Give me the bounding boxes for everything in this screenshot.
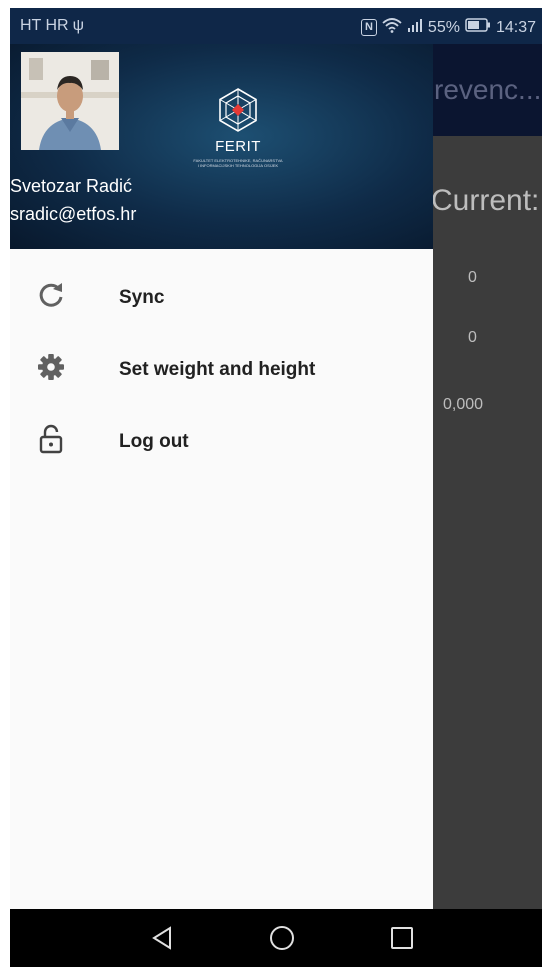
screen: revenc... Current: 0 0 0,000 HT HR ψ N 5…	[0, 0, 542, 967]
menu-item-set-weight-height[interactable]: Set weight and height	[10, 334, 433, 406]
gear-icon	[36, 352, 66, 382]
user-name: Svetozar Radić	[10, 176, 133, 196]
menu-item-sync[interactable]: Sync	[10, 262, 433, 334]
drawer-header: FERIT FAKULTET ELEKTROTEHNIKE, RAČUNARST…	[10, 44, 433, 249]
signal-icon	[407, 18, 423, 37]
current-value: 0,000	[443, 396, 484, 413]
menu-item-label: Log out	[119, 431, 189, 452]
back-icon[interactable]	[148, 923, 178, 953]
carrier-label: HT HR	[20, 17, 69, 34]
wifi-icon	[382, 17, 402, 38]
avatar[interactable]	[21, 52, 119, 150]
status-left: HT HR ψ	[20, 17, 84, 35]
current-value: 0	[468, 329, 477, 346]
refresh-icon	[36, 280, 66, 310]
status-right: N 55% 14:37	[360, 17, 536, 38]
drawer-menu: Sync Set weight and height Log out	[10, 262, 433, 478]
menu-item-label: Set weight and height	[119, 359, 316, 380]
current-label: Current:	[431, 184, 540, 217]
unlock-icon	[36, 424, 66, 454]
ferit-subtitle-line: I INFORMACIJSKIH TEHNOLOGIJA OSIJEK	[197, 163, 279, 168]
ferit-name: FERIT	[215, 138, 261, 155]
navigation-drawer: FERIT FAKULTET ELEKTROTEHNIKE, RAČUNARST…	[10, 44, 433, 909]
recents-icon[interactable]	[387, 923, 417, 953]
ferit-subtitle: FAKULTET ELEKTROTEHNIKE, RAČUNARSTVA I I…	[158, 158, 318, 168]
background-toolbar-title: revenc...	[434, 74, 542, 105]
navigation-bar	[10, 909, 542, 967]
menu-item-label: Sync	[119, 287, 165, 308]
usb-icon: ψ	[72, 17, 84, 34]
clock: 14:37	[495, 18, 536, 36]
battery-percent: 55%	[427, 18, 460, 36]
ferit-logo: FERIT FAKULTET ELEKTROTEHNIKE, RAČUNARST…	[158, 86, 318, 176]
status-bar: HT HR ψ N 55% 14:37	[10, 8, 542, 44]
current-value: 0	[468, 269, 477, 286]
home-icon[interactable]	[267, 923, 297, 953]
menu-item-log-out[interactable]: Log out	[10, 406, 433, 478]
battery-icon	[465, 18, 491, 37]
nfc-icon: N	[360, 19, 377, 36]
user-email: sradic@etfos.hr	[10, 204, 137, 224]
